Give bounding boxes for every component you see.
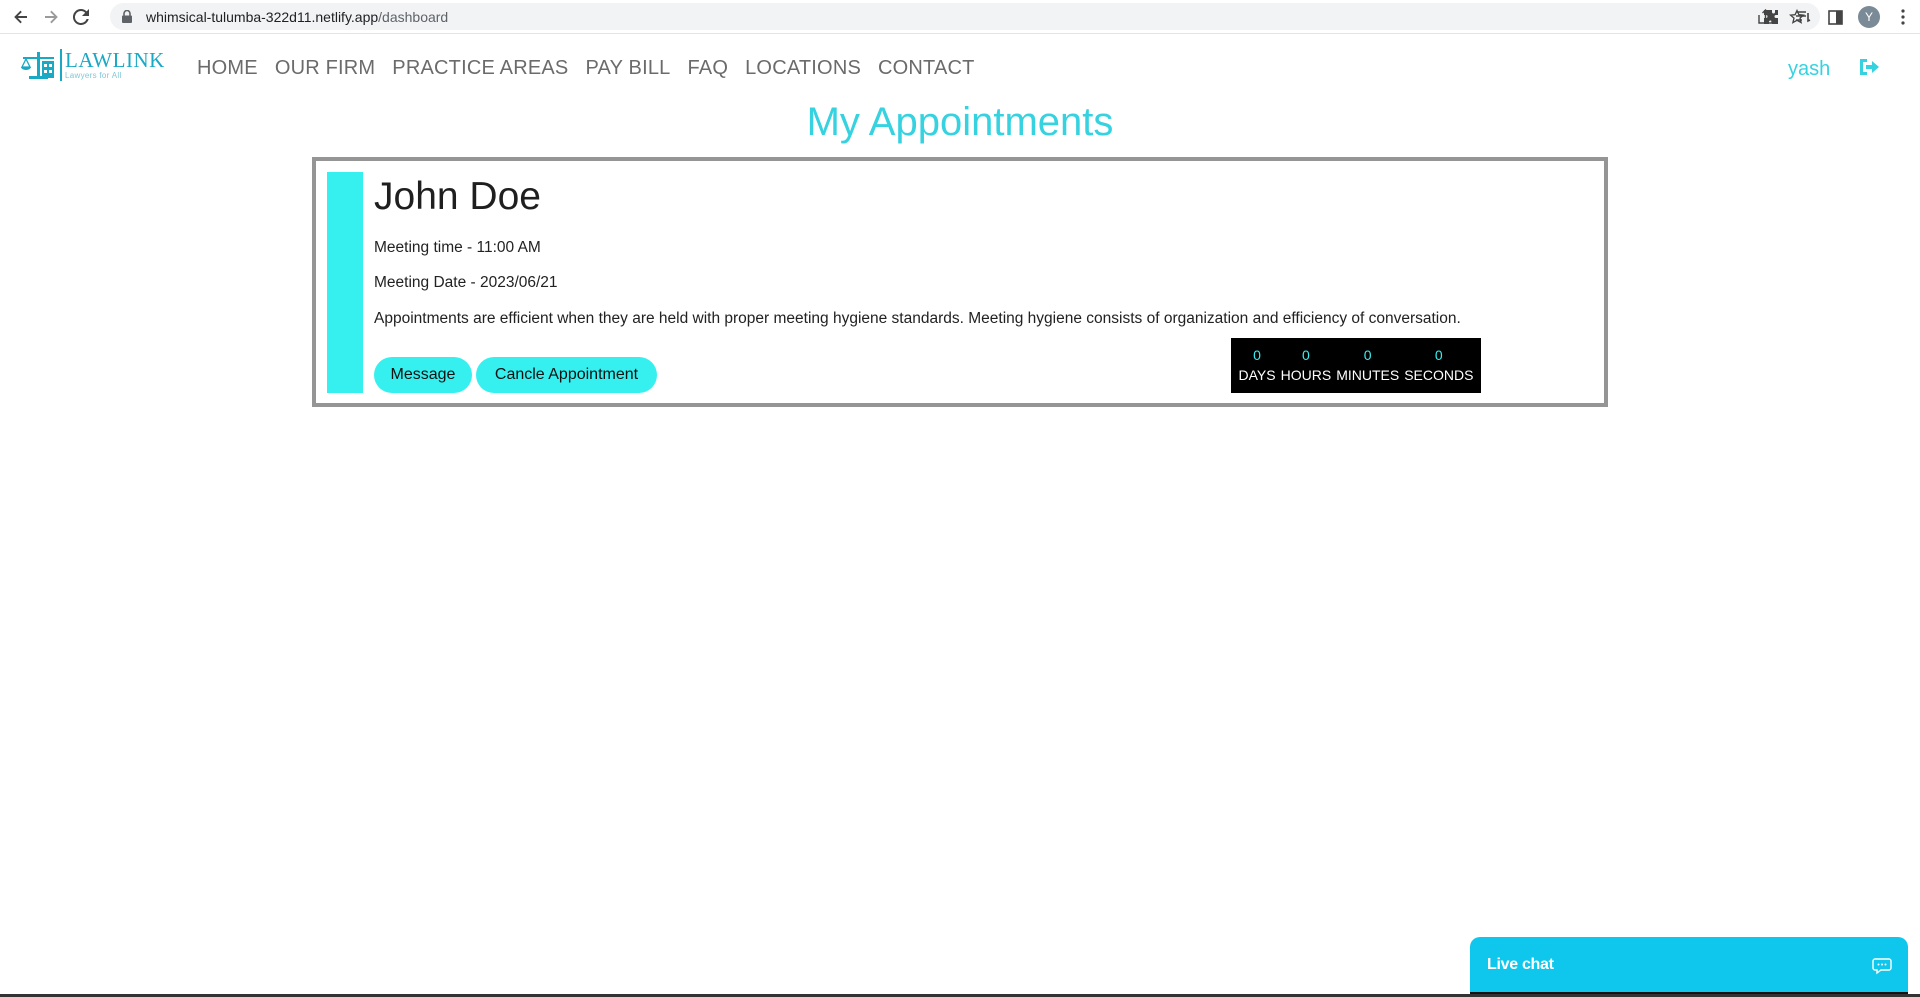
reading-list-icon[interactable] [1794, 8, 1812, 26]
countdown-hours-value: 0 [1301, 347, 1310, 363]
countdown-minutes-value: 0 [1363, 347, 1372, 363]
nav-practice-areas[interactable]: PRACTICE AREAS [392, 57, 568, 80]
countdown-days-label: DAYS [1238, 367, 1276, 383]
nav-pay-bill[interactable]: PAY BILL [585, 57, 670, 80]
nav-our-firm[interactable]: OUR FIRM [275, 57, 375, 80]
reload-icon[interactable] [66, 2, 96, 32]
client-name: John Doe [374, 175, 541, 218]
countdown-seconds-value: 0 [1434, 347, 1443, 363]
address-bar[interactable]: whimsical-tulumba-322d11.netlify.app/das… [110, 3, 1820, 30]
countdown-days: 0 DAYS [1239, 346, 1276, 393]
chat-bubble-icon [1872, 958, 1892, 975]
countdown-timer: 0 DAYS 0 HOURS 0 MINUTES 0 SECONDS [1231, 338, 1481, 393]
logo-tagline: Lawyers for All [65, 71, 122, 80]
page-title: My Appointments [806, 100, 1114, 144]
user-name-link[interactable]: yash [1788, 58, 1830, 81]
url-host: whimsical-tulumba-322d11.netlify.app [146, 8, 379, 25]
nav-faq[interactable]: FAQ [687, 57, 728, 80]
nav-locations[interactable]: LOCATIONS [745, 57, 861, 80]
site-logo[interactable]: LAWLINK Lawyers for All [20, 49, 165, 81]
site-header: LAWLINK Lawyers for All HOME OUR FIRM PR… [0, 35, 1920, 101]
countdown-minutes-label: MINUTES [1336, 367, 1400, 383]
live-chat-label: Live chat [1487, 955, 1554, 973]
kebab-menu-icon[interactable] [1894, 8, 1912, 26]
meeting-time: Meeting time - 11:00 AM [374, 239, 541, 256]
countdown-seconds-label: SECONDS [1404, 367, 1474, 383]
main-nav: HOME OUR FIRM PRACTICE AREAS PAY BILL FA… [197, 57, 975, 80]
sidebar-icon[interactable] [1826, 8, 1844, 26]
scales-of-justice-icon [20, 52, 54, 79]
logout-icon[interactable] [1858, 56, 1880, 78]
lock-icon [122, 10, 134, 24]
meeting-date: Meeting Date - 2023/06/21 [374, 274, 558, 291]
message-button[interactable]: Message [374, 357, 472, 393]
countdown-days-value: 0 [1253, 347, 1261, 363]
forward-icon[interactable] [36, 2, 66, 32]
nav-contact[interactable]: CONTACT [878, 57, 975, 80]
countdown-hours: 0 HOURS [1281, 346, 1332, 393]
countdown-minutes: 0 MINUTES [1336, 346, 1399, 393]
puzzle-icon[interactable] [1762, 8, 1780, 26]
url-path: /dashboard [378, 8, 449, 25]
live-chat-widget[interactable]: Live chat [1470, 937, 1908, 995]
browser-toolbar: whimsical-tulumba-322d11.netlify.app/das… [0, 0, 1920, 34]
nav-home[interactable]: HOME [197, 57, 258, 80]
appointment-description: Appointments are efficient when they are… [374, 310, 1461, 327]
profile-avatar[interactable]: Y [1858, 6, 1880, 28]
card-accent-bar [327, 172, 363, 393]
appointment-card: John Doe Meeting time - 11:00 AM Meeting… [312, 157, 1608, 407]
back-icon[interactable] [6, 2, 36, 32]
cancel-appointment-button[interactable]: Cancle Appointment [476, 357, 657, 393]
logo-wordmark: LAWLINK [65, 48, 165, 72]
countdown-hours-label: HOURS [1280, 367, 1332, 383]
countdown-seconds: 0 SECONDS [1404, 346, 1473, 393]
